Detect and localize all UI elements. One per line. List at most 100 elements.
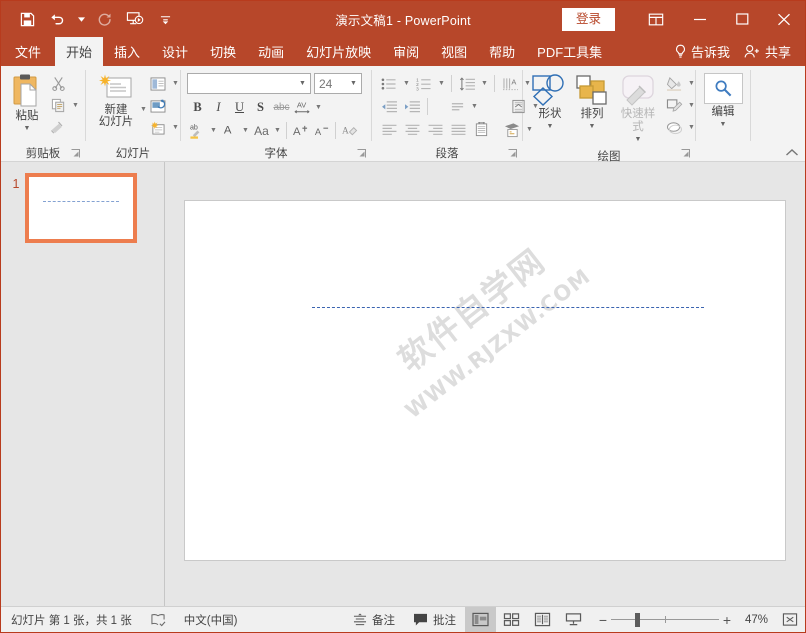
tab-slideshow[interactable]: 幻灯片放映 xyxy=(295,37,382,66)
notes-button[interactable]: 备注 xyxy=(344,607,404,632)
shape-outline-button[interactable] xyxy=(663,95,685,116)
format-painter-button[interactable] xyxy=(47,117,69,138)
text-direction-button[interactable]: A xyxy=(499,73,521,94)
bold-button[interactable]: B xyxy=(187,97,208,118)
language-status[interactable]: 中文(中国) xyxy=(175,607,247,632)
copy-button[interactable] xyxy=(47,95,69,116)
underline-button[interactable]: U xyxy=(229,97,250,118)
maximize-icon[interactable] xyxy=(721,1,763,37)
section-button[interactable] xyxy=(147,117,169,138)
save-icon[interactable] xyxy=(13,6,41,32)
fit-to-window-button[interactable] xyxy=(775,607,805,632)
undo-icon[interactable] xyxy=(43,6,71,32)
font-size-dropdown-icon[interactable]: ▼ xyxy=(346,80,361,87)
cut-button[interactable] xyxy=(47,73,69,94)
grow-font-button[interactable]: A xyxy=(290,120,311,141)
start-slideshow-icon[interactable] xyxy=(121,6,149,32)
zoom-out-button[interactable]: − xyxy=(595,612,611,628)
font-dialog-launcher-icon[interactable] xyxy=(357,149,367,159)
clipboard-dialog-launcher-icon[interactable] xyxy=(71,149,81,159)
line-spacing-button[interactable] xyxy=(456,73,478,94)
section-dropdown-icon[interactable]: ▼ xyxy=(170,117,181,138)
reset-button[interactable] xyxy=(147,95,169,116)
zoom-slider-knob[interactable] xyxy=(634,612,640,627)
slide-thumbnail-pane[interactable]: 1 xyxy=(1,162,165,606)
convert-to-smartart-button[interactable] xyxy=(501,119,523,140)
tab-view[interactable]: 视图 xyxy=(430,37,478,66)
clear-formatting-button[interactable]: A xyxy=(339,120,360,141)
new-slide-button[interactable]: 新建 幻灯片 xyxy=(92,71,140,131)
paste-dropdown-icon[interactable]: ▼ xyxy=(24,122,31,135)
shrink-font-button[interactable]: A xyxy=(311,120,332,141)
tab-home[interactable]: 开始 xyxy=(55,37,104,66)
slide-sorter-view-button[interactable] xyxy=(496,607,527,632)
increase-indent-button[interactable] xyxy=(401,96,423,117)
collapse-ribbon-icon[interactable] xyxy=(785,148,799,157)
text-highlight-color-button[interactable]: ab xyxy=(187,120,208,141)
paragraph-dialog-launcher-icon[interactable] xyxy=(508,149,518,159)
layout-button[interactable] xyxy=(147,73,169,94)
font-name-dropdown-icon[interactable]: ▼ xyxy=(295,80,310,87)
align-text-dropdown-icon[interactable]: ▼ xyxy=(469,96,480,117)
align-left-button[interactable] xyxy=(378,119,400,140)
tab-review[interactable]: 审阅 xyxy=(382,37,430,66)
slide-canvas[interactable]: 软件自学网 WWW.RJZXW.COM xyxy=(184,200,786,561)
text-highlight-dropdown-icon[interactable]: ▼ xyxy=(208,120,219,141)
reading-view-button[interactable] xyxy=(527,607,558,632)
decrease-indent-button[interactable] xyxy=(378,96,400,117)
minimize-icon[interactable] xyxy=(679,1,721,37)
strikethrough-button[interactable]: abc xyxy=(271,97,292,118)
tab-design[interactable]: 设计 xyxy=(151,37,199,66)
shapes-button[interactable]: 形状 ▼ xyxy=(529,71,571,135)
bullets-button[interactable] xyxy=(378,73,400,94)
layout-dropdown-icon[interactable]: ▼ xyxy=(170,73,181,94)
font-name-combobox[interactable]: ▼ xyxy=(187,73,311,94)
tab-insert[interactable]: 插入 xyxy=(103,37,151,66)
justify-button[interactable] xyxy=(447,119,469,140)
tell-me-button[interactable]: 告诉我 xyxy=(668,42,740,61)
ribbon-display-options-icon[interactable] xyxy=(633,1,679,37)
zoom-percent-label[interactable]: 47% xyxy=(741,614,775,626)
slide-edit-area[interactable]: 软件自学网 WWW.RJZXW.COM xyxy=(165,162,805,606)
numbering-button[interactable]: 123 xyxy=(413,73,435,94)
thumbnail-item[interactable]: 1 xyxy=(1,162,164,243)
shape-fill-button[interactable] xyxy=(663,73,685,94)
zoom-in-button[interactable]: + xyxy=(719,612,735,628)
undo-dropdown-icon[interactable] xyxy=(73,6,89,32)
slide-dashed-line[interactable] xyxy=(312,307,704,308)
columns-button[interactable] xyxy=(470,119,492,140)
spellcheck-button[interactable] xyxy=(141,607,175,632)
character-spacing-button[interactable]: AV xyxy=(292,97,313,118)
editing-button[interactable]: 编辑 ▼ xyxy=(702,71,744,133)
slideshow-view-button[interactable] xyxy=(558,607,589,632)
drawing-dialog-launcher-icon[interactable] xyxy=(681,149,691,159)
paste-button[interactable]: 粘贴 ▼ xyxy=(7,71,47,137)
font-color-button[interactable]: A xyxy=(219,120,240,141)
change-case-dropdown-icon[interactable]: ▼ xyxy=(272,120,283,141)
font-color-dropdown-icon[interactable]: ▼ xyxy=(240,120,251,141)
font-size-combobox[interactable]: 24 ▼ xyxy=(314,73,362,94)
zoom-control[interactable]: − + xyxy=(589,612,741,628)
close-icon[interactable] xyxy=(763,1,805,37)
share-button[interactable]: 共享 xyxy=(740,42,805,61)
new-slide-dropdown-icon[interactable]: ▼ xyxy=(140,71,147,117)
numbering-dropdown-icon[interactable]: ▼ xyxy=(436,73,447,94)
align-right-button[interactable] xyxy=(424,119,446,140)
editing-dropdown-icon[interactable]: ▼ xyxy=(720,118,727,131)
tab-file[interactable]: 文件 xyxy=(1,37,55,66)
change-case-button[interactable]: Aa xyxy=(251,120,272,141)
tab-transitions[interactable]: 切换 xyxy=(199,37,247,66)
normal-view-button[interactable] xyxy=(464,607,496,632)
text-shadow-button[interactable]: S xyxy=(250,97,271,118)
align-center-button[interactable] xyxy=(401,119,423,140)
tab-animations[interactable]: 动画 xyxy=(247,37,295,66)
italic-button[interactable]: I xyxy=(208,97,229,118)
shapes-dropdown-icon[interactable]: ▼ xyxy=(547,120,554,133)
bullets-dropdown-icon[interactable]: ▼ xyxy=(401,73,412,94)
arrange-dropdown-icon[interactable]: ▼ xyxy=(589,120,596,133)
shape-effects-button[interactable] xyxy=(663,117,685,138)
customize-qat-icon[interactable] xyxy=(151,6,179,32)
copy-dropdown-icon[interactable]: ▼ xyxy=(70,95,81,116)
align-text-button[interactable] xyxy=(446,96,468,117)
sign-in-button[interactable]: 登录 xyxy=(561,7,615,31)
